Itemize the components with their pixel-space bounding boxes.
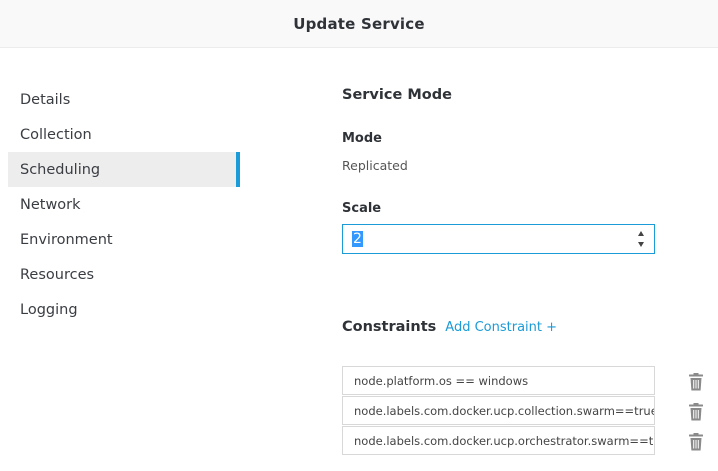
sidebar-item-collection[interactable]: Collection [8, 117, 240, 152]
constraints-header: Constraints Add Constraint + [342, 319, 557, 335]
stepper-up-icon[interactable] [638, 231, 644, 236]
mode-value: Replicated [342, 158, 408, 173]
sidebar-item-resources[interactable]: Resources [8, 257, 240, 292]
service-mode-heading: Service Mode [342, 87, 452, 103]
mode-label: Mode [342, 131, 382, 146]
constraints-heading: Constraints [342, 319, 437, 335]
constraint-field[interactable]: node.labels.com.docker.ucp.orchestrator.… [342, 426, 655, 455]
stepper-down-icon[interactable] [638, 242, 644, 247]
trash-icon[interactable] [688, 403, 704, 421]
sidebar-nav: Details Collection Scheduling Network En… [8, 82, 240, 327]
trash-icon[interactable] [688, 433, 704, 451]
scale-stepper[interactable] [638, 231, 646, 247]
sidebar-item-environment[interactable]: Environment [8, 222, 240, 257]
constraint-field[interactable]: node.labels.com.docker.ucp.collection.sw… [342, 396, 655, 425]
sidebar-item-scheduling[interactable]: Scheduling [8, 152, 240, 187]
add-constraint-link[interactable]: Add Constraint + [445, 320, 557, 335]
constraint-field[interactable]: node.platform.os == windows [342, 366, 655, 395]
sidebar-item-logging[interactable]: Logging [8, 292, 240, 327]
sidebar-item-details[interactable]: Details [8, 82, 240, 117]
trash-icon[interactable] [688, 373, 704, 391]
main-panel: Service Mode Mode Replicated Scale 2 Con… [342, 0, 718, 471]
scale-input[interactable]: 2 [342, 224, 655, 254]
sidebar-item-network[interactable]: Network [8, 187, 240, 222]
scale-input-value[interactable]: 2 [352, 231, 363, 247]
scale-label: Scale [342, 201, 382, 216]
